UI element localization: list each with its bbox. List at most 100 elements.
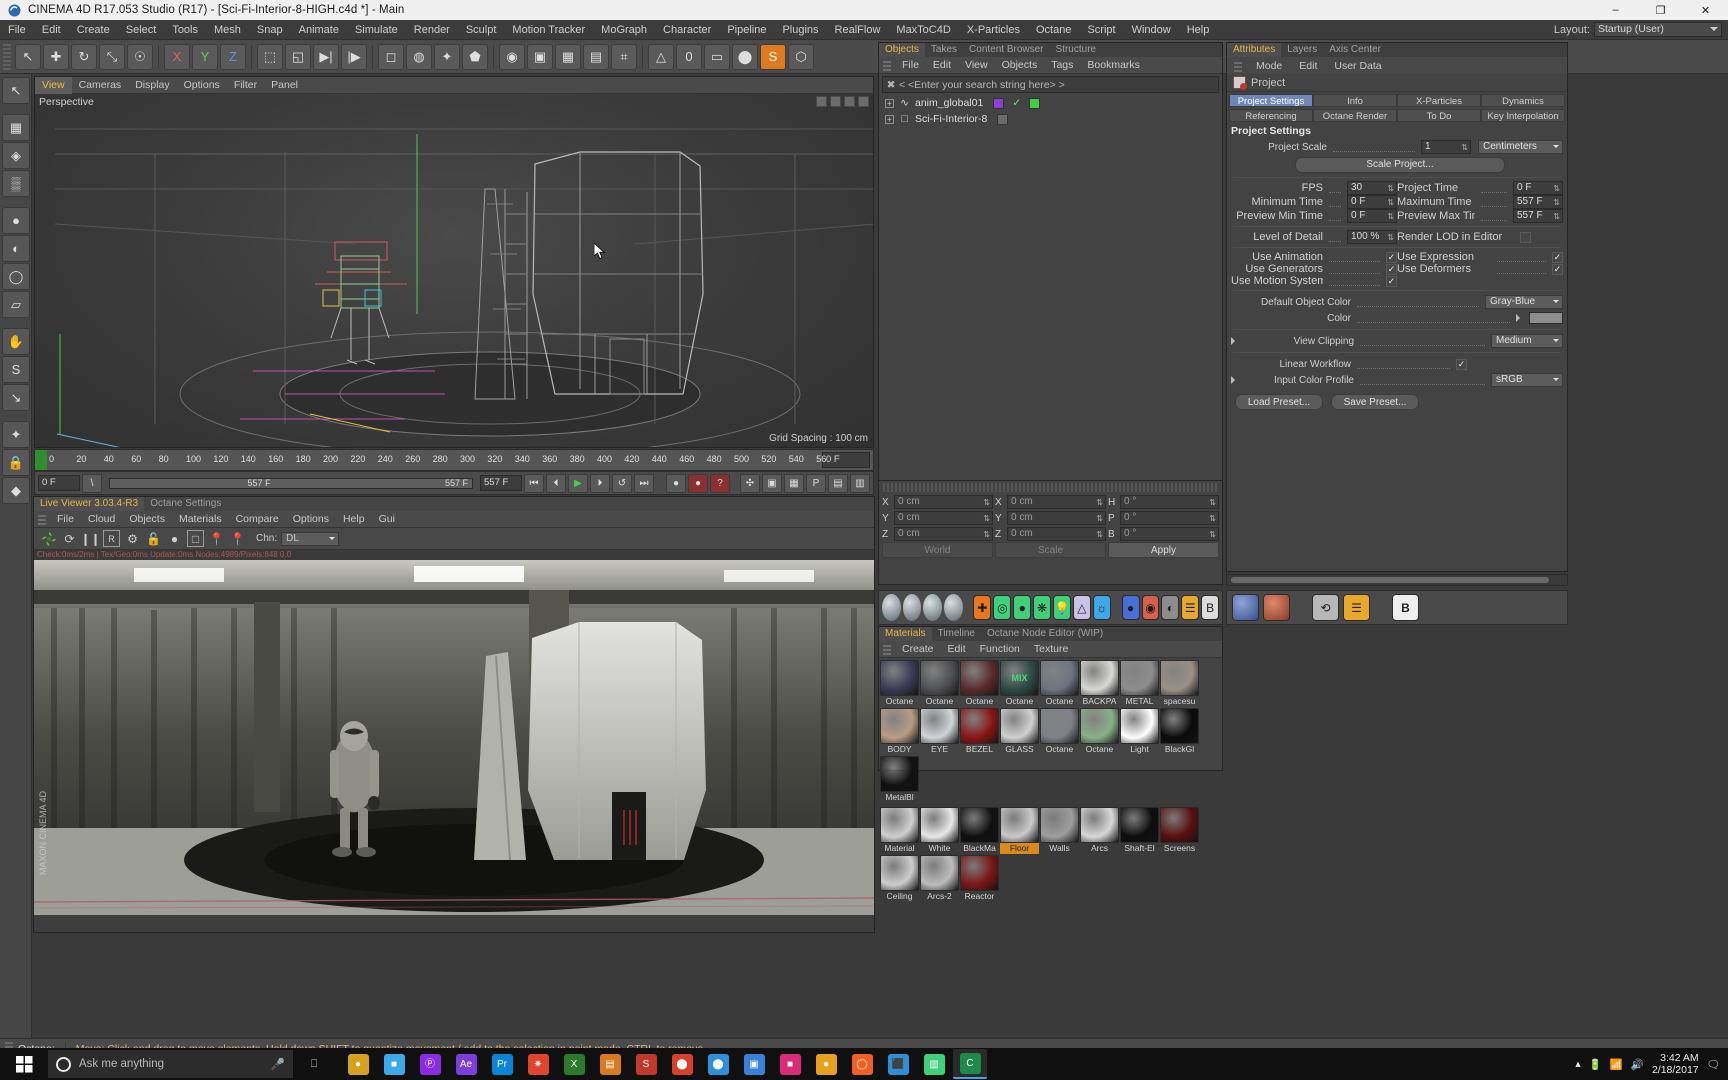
left-tool-6[interactable]: ◯ (2, 263, 30, 290)
octane-portal-icon[interactable]: ☰ (1181, 595, 1200, 620)
step-back-button[interactable]: ⏴ (546, 473, 566, 493)
attributes-mode-tab-x-particles[interactable]: X-Particles (1397, 94, 1481, 107)
menu-file[interactable]: File (0, 20, 34, 40)
toolbar-button-9[interactable]: ◱ (285, 43, 311, 70)
material-name[interactable]: spacesu (1160, 696, 1199, 707)
material-swatch[interactable] (1120, 807, 1159, 843)
cortana-search-box[interactable]: Ask me anything 🎤 (48, 1050, 293, 1078)
taskbar-app-2[interactable]: Ⓟ (413, 1049, 447, 1079)
attributes-mode-tab-to-do[interactable]: To Do (1397, 109, 1481, 122)
material-name[interactable]: Material (880, 843, 919, 854)
octane-hdri-icon[interactable]: △ (1072, 595, 1091, 620)
viewport-menu-cameras[interactable]: Cameras (72, 77, 129, 94)
material-swatch[interactable] (880, 756, 919, 792)
left-tool-0[interactable]: ↖ (2, 77, 30, 104)
sphere-icon[interactable]: ● (166, 530, 183, 547)
toolbar-button-6[interactable]: Y (192, 43, 218, 70)
material-name[interactable]: Reactor (960, 891, 999, 902)
time-range-track[interactable]: 557 F 557 F (109, 477, 473, 489)
octane-material-icon[interactable]: ● (1121, 595, 1140, 620)
attributes-menu-mode[interactable]: Mode (1249, 60, 1289, 72)
toolbar-button-7[interactable]: Z (220, 43, 246, 70)
left-tool-1[interactable]: ▦ (2, 114, 30, 141)
object-row[interactable]: + □ Sci-Fi-Interior-8 (879, 111, 1222, 127)
loop-button[interactable]: ↺ (612, 473, 632, 493)
material-name[interactable]: Octane (880, 696, 919, 707)
octane-node-icon[interactable]: B (1201, 595, 1220, 620)
apply-button[interactable]: Apply (1108, 542, 1219, 558)
material-preview-4[interactable] (943, 594, 963, 621)
material-item[interactable]: Octane (1080, 708, 1119, 755)
material-swatch[interactable] (920, 807, 959, 843)
liveviewer-menu-compare[interactable]: Compare (229, 513, 286, 525)
materials-menu-texture[interactable]: Texture (1027, 643, 1075, 655)
use-animation-checkbox[interactable]: ✓ (1386, 251, 1397, 263)
use-deformers-checkbox[interactable]: ✓ (1552, 263, 1563, 275)
liveviewer-menu-options[interactable]: Options (286, 513, 336, 525)
expand-arrow-icon[interactable] (1231, 337, 1239, 345)
octane-diffuse-icon[interactable] (1232, 594, 1259, 621)
liveviewer-menu-help[interactable]: Help (336, 513, 372, 525)
clock[interactable]: 3:42 AM 2/18/2017 (1652, 1052, 1699, 1076)
material-item[interactable]: Octane (920, 660, 959, 707)
menu-create[interactable]: Create (69, 20, 118, 40)
attributes-menu-user-data[interactable]: User Data (1327, 60, 1388, 72)
left-tool-2[interactable]: ◈ (2, 142, 30, 169)
panel-grip[interactable] (883, 643, 891, 655)
maximize-button[interactable]: ❐ (1638, 0, 1683, 20)
octane-layer-icon[interactable]: ☰ (1343, 594, 1370, 621)
toolbar-button-18[interactable]: ▦ (555, 43, 581, 70)
left-tool-9[interactable]: S (2, 356, 30, 383)
left-tool-3[interactable]: ▒ (2, 170, 30, 197)
material-item[interactable]: BACKPA (1080, 660, 1119, 707)
input-color-profile-select[interactable]: sRGB (1491, 373, 1563, 387)
minimize-button[interactable]: – (1593, 0, 1638, 20)
material-swatch[interactable] (1120, 660, 1159, 696)
spinner-icon[interactable]: ⇅ (1387, 211, 1394, 223)
param-key-icon[interactable]: P (806, 473, 826, 493)
octane-texture-icon[interactable]: ◉ (1141, 595, 1160, 620)
step-forward-button[interactable]: ⏵ (590, 473, 610, 493)
menu-simulate[interactable]: Simulate (347, 20, 406, 40)
menu-sculpt[interactable]: Sculpt (458, 20, 505, 40)
expand-icon[interactable]: + (885, 98, 894, 108)
octane-object-tag-icon[interactable]: ✚ (973, 595, 992, 620)
menu-snap[interactable]: Snap (249, 20, 291, 40)
panel-grip[interactable] (1234, 59, 1242, 72)
attributes-mode-tab-project-settings[interactable]: Project Settings (1229, 94, 1313, 107)
spinner-icon[interactable]: ⇅ (1461, 142, 1468, 154)
material-item[interactable]: Arcs-2 (920, 855, 959, 902)
battery-icon[interactable]: 🔋 (1589, 1058, 1602, 1071)
menu-tools[interactable]: Tools (164, 20, 206, 40)
rotation-p-input[interactable]: 0 ° ⇅ (1120, 511, 1219, 525)
scale-button[interactable]: Scale (995, 542, 1106, 558)
toolbar-button-20[interactable]: ⌗ (611, 43, 637, 70)
material-name[interactable]: BODY (880, 744, 919, 755)
material-item[interactable]: Octane (1040, 708, 1079, 755)
liveviewer-menu-objects[interactable]: Objects (122, 513, 172, 525)
material-preview-2[interactable] (902, 594, 922, 621)
material-swatch[interactable] (1080, 660, 1119, 696)
pla-key-icon[interactable]: ▤ (828, 473, 848, 493)
use-expression-checkbox[interactable]: ✓ (1552, 251, 1563, 263)
end-frame-input[interactable]: 557 F (480, 475, 522, 491)
timeline-frame-field[interactable]: 0 F (822, 452, 870, 468)
position-z-input[interactable]: 0 cm ⇅ (894, 527, 993, 541)
clear-search-icon[interactable]: ✖ (883, 79, 899, 91)
menu-render[interactable]: Render (406, 20, 458, 40)
toolbar-button-15[interactable]: ⬟ (462, 43, 488, 70)
view-clipping-select[interactable]: Medium (1491, 334, 1563, 348)
octane-rotate-icon[interactable]: ⟲ (1312, 594, 1339, 621)
material-item[interactable]: Ceiling (880, 855, 919, 902)
world-button[interactable]: World (882, 542, 993, 558)
focus-pin-icon[interactable]: 📍 (208, 530, 225, 547)
taskbar-app-5[interactable]: ✷ (521, 1049, 555, 1079)
material-name[interactable]: BlackGl (1160, 744, 1199, 755)
material-swatch[interactable] (1080, 708, 1119, 744)
liveviewer-tab-live-viewer-3-03-4-r3[interactable]: Live Viewer 3.03.4-R3 (34, 497, 145, 511)
attributes-tab-layers[interactable]: Layers (1281, 43, 1323, 57)
taskbar-app-14[interactable]: ◯ (845, 1049, 879, 1079)
object-search-input[interactable]: ✖ < <Enter your search string here> > (882, 76, 1219, 93)
preview-min-input[interactable]: 0 F ⇅ (1347, 209, 1397, 223)
spinner-icon[interactable]: ⇅ (1553, 197, 1560, 209)
